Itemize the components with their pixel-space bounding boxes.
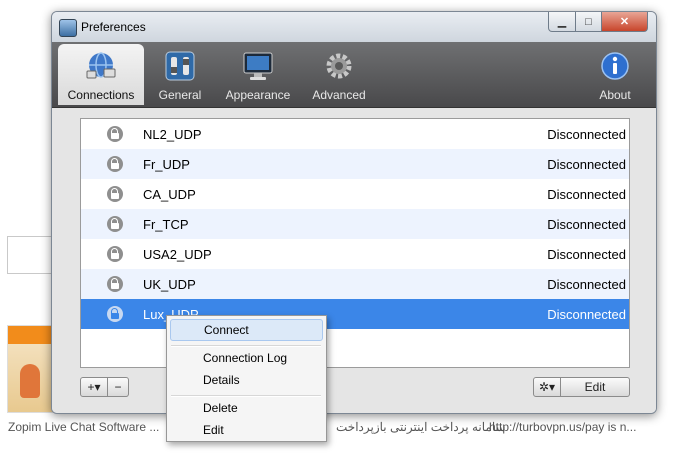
- menu-item-connect[interactable]: Connect: [170, 319, 323, 341]
- connection-row[interactable]: USA2_UDP Disconnected: [81, 239, 629, 269]
- lock-icon: [107, 216, 123, 232]
- connection-name: Fr_UDP: [143, 156, 190, 172]
- minimize-button[interactable]: ▁: [548, 12, 576, 32]
- thumbnail-figure: [20, 364, 40, 398]
- background-link-1[interactable]: Zopim Live Chat Software ...: [8, 420, 159, 434]
- connection-row[interactable]: UK_UDP Disconnected: [81, 269, 629, 299]
- action-buttons: ✲▾ Edit: [533, 377, 630, 397]
- about-button[interactable]: About: [590, 44, 640, 105]
- menu-item-edit[interactable]: Edit: [170, 419, 323, 441]
- tab-connections-label: Connections: [67, 88, 135, 102]
- lock-icon: [107, 306, 123, 322]
- add-remove-buttons: +▾ −: [80, 377, 129, 397]
- connection-row[interactable]: Fr_TCP Disconnected: [81, 209, 629, 239]
- connection-status: Disconnected: [547, 126, 626, 142]
- close-button[interactable]: ✕: [602, 12, 648, 32]
- connection-row[interactable]: Fr_UDP Disconnected: [81, 149, 629, 179]
- maximize-button[interactable]: □: [576, 12, 602, 32]
- add-connection-button[interactable]: +▾: [80, 377, 108, 397]
- connection-row[interactable]: NL2_UDP Disconnected: [81, 119, 629, 149]
- connection-status: Disconnected: [547, 216, 626, 232]
- remove-connection-button[interactable]: −: [108, 377, 129, 397]
- tab-connections[interactable]: Connections: [58, 44, 144, 105]
- menu-item-delete[interactable]: Delete: [170, 397, 323, 419]
- tab-general[interactable]: General: [150, 44, 210, 105]
- tab-general-label: General: [158, 88, 202, 102]
- connection-name: CA_UDP: [143, 186, 196, 202]
- tab-appearance[interactable]: Appearance: [218, 44, 298, 105]
- connections-list[interactable]: NL2_UDP Disconnected Fr_UDP Disconnected…: [80, 118, 630, 368]
- lock-icon: [107, 246, 123, 262]
- background-link-2[interactable]: سامانه پرداخت اینترنتی بازپرداخت: [336, 420, 506, 434]
- menu-item-connection-log[interactable]: Connection Log: [170, 347, 323, 369]
- monitor-icon: [243, 52, 273, 80]
- title-bar[interactable]: Preferences ▁ □ ✕: [52, 12, 656, 42]
- switches-icon: [165, 51, 195, 81]
- menu-item-details[interactable]: Details: [170, 369, 323, 391]
- connection-name: USA2_UDP: [143, 246, 212, 262]
- context-menu: Connect Connection Log Details Delete Ed…: [166, 315, 327, 442]
- lock-icon: [107, 186, 123, 202]
- info-icon: [601, 52, 629, 80]
- connection-name: NL2_UDP: [143, 126, 202, 142]
- background-thumbnail[interactable]: [7, 325, 55, 413]
- tab-appearance-label: Appearance: [225, 88, 291, 102]
- background-link-3[interactable]: http://turbovpn.us/pay is n...: [489, 420, 636, 434]
- preferences-window: Preferences ▁ □ ✕ Connections General Ap…: [51, 11, 657, 414]
- app-icon: [59, 19, 77, 37]
- lock-icon: [107, 156, 123, 172]
- gear-icon: [326, 53, 352, 79]
- edit-button[interactable]: Edit: [561, 377, 630, 397]
- tab-advanced-label: Advanced: [312, 88, 366, 102]
- about-label: About: [599, 88, 631, 102]
- globe-network-icon: [86, 52, 116, 79]
- thumbnail-banner: [8, 326, 54, 344]
- connections-panel: NL2_UDP Disconnected Fr_UDP Disconnected…: [52, 108, 656, 413]
- connection-status: Disconnected: [547, 156, 626, 172]
- connection-status: Disconnected: [547, 306, 626, 322]
- lock-icon: [107, 126, 123, 142]
- connection-name: Fr_TCP: [143, 216, 189, 232]
- connection-row[interactable]: CA_UDP Disconnected: [81, 179, 629, 209]
- background-search-field[interactable]: [7, 236, 54, 274]
- connection-name: UK_UDP: [143, 276, 196, 292]
- gear-menu-button[interactable]: ✲▾: [533, 377, 561, 397]
- caption-buttons: ▁ □ ✕: [548, 12, 648, 32]
- window-title: Preferences: [81, 20, 146, 34]
- lock-icon: [107, 276, 123, 292]
- connection-status: Disconnected: [547, 186, 626, 202]
- toolbar: Connections General Appearance Advanced …: [52, 42, 656, 108]
- connection-row-selected[interactable]: Lux_UDP Disconnected: [81, 299, 629, 329]
- connection-status: Disconnected: [547, 276, 626, 292]
- connection-status: Disconnected: [547, 246, 626, 262]
- tab-advanced[interactable]: Advanced: [306, 44, 372, 105]
